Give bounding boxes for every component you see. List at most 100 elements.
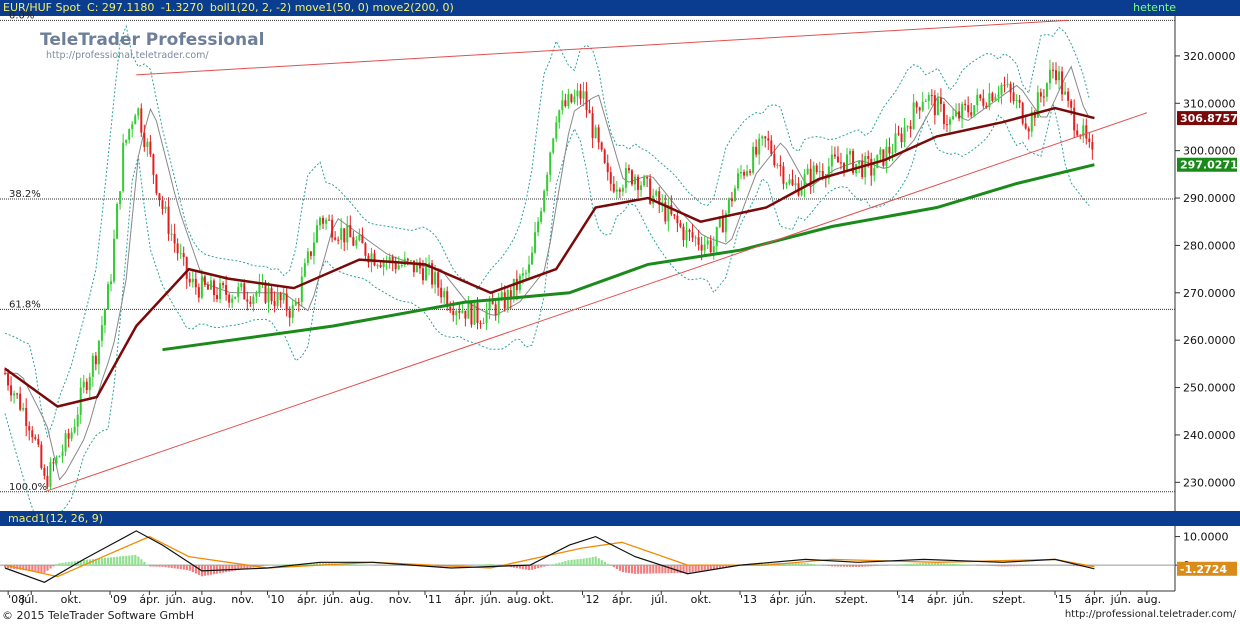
macd-histogram-bar <box>113 557 116 566</box>
candle-body <box>140 108 143 133</box>
candle-body <box>709 240 712 253</box>
candle-body <box>927 95 930 101</box>
candle-body <box>733 188 736 202</box>
macd-histogram-bar <box>567 560 570 566</box>
candle-body <box>400 265 403 267</box>
candle-body <box>964 103 967 106</box>
candle-body <box>467 302 470 319</box>
macd-histogram-bar <box>624 565 628 573</box>
candle-body <box>758 138 761 155</box>
candle-body <box>991 93 994 101</box>
macd-histogram-bar <box>676 565 679 574</box>
candle-body <box>452 310 455 316</box>
macd-histogram-bar <box>1070 565 1073 566</box>
candle-body <box>712 246 715 253</box>
price-tick-label: 310.0000 <box>1183 97 1236 110</box>
macd-histogram-bar <box>688 565 691 573</box>
macd-histogram-bar <box>361 564 364 566</box>
candle-body <box>64 433 67 452</box>
macd-histogram-bar <box>1000 565 1003 567</box>
candle-body <box>161 200 164 209</box>
candle-body <box>618 189 621 192</box>
macd-histogram-bar <box>924 562 927 566</box>
candle-body <box>755 146 758 155</box>
time-tick-label: aug. <box>1137 593 1161 606</box>
macd-histogram-bar <box>994 565 997 567</box>
macd-histogram-bar <box>43 565 46 573</box>
candle-body <box>640 185 643 190</box>
macd-histogram-bar <box>876 565 879 566</box>
candle-body <box>409 260 412 262</box>
macd-histogram-bar <box>649 565 652 574</box>
macd-histogram-bar <box>561 561 564 566</box>
candle-body <box>197 287 200 298</box>
candle-body <box>1067 91 1070 101</box>
candle-body <box>200 276 203 298</box>
candle-body <box>116 204 119 239</box>
macd-histogram-bar <box>70 561 73 566</box>
footer-url[interactable]: http://professional.teletrader.com/ <box>1065 609 1236 620</box>
candle-body <box>534 232 537 253</box>
time-tick-label: ápr. <box>1084 593 1105 606</box>
candle-body <box>849 150 852 155</box>
macd-histogram-bar <box>867 565 870 567</box>
candle-body <box>1015 99 1018 102</box>
macd-histogram-bar <box>1064 565 1067 566</box>
candle-body <box>212 280 215 296</box>
candle-body <box>406 258 409 261</box>
candle-body <box>897 133 900 135</box>
macd-histogram-bar <box>1009 565 1012 567</box>
candle-body <box>440 287 443 298</box>
macd-histogram-bar <box>1021 565 1024 567</box>
macd-histogram-bar <box>939 563 943 566</box>
time-tick-label: okt. <box>533 593 554 606</box>
candle-body <box>349 224 352 238</box>
candle-body <box>643 176 646 186</box>
macd-histogram-bar <box>1051 565 1055 566</box>
time-tick-label: '15 <box>1055 593 1072 606</box>
macd-histogram-bar <box>228 565 231 572</box>
macd-histogram-bar <box>137 556 140 566</box>
macd-histogram-bar <box>391 565 394 566</box>
candle-body <box>373 253 376 266</box>
candle-body <box>228 294 231 303</box>
candle-body <box>512 278 515 300</box>
candle-body <box>131 124 134 130</box>
macd-histogram-bar <box>1036 565 1040 566</box>
macd-histogram-bar <box>122 556 125 566</box>
candle-body <box>573 96 576 103</box>
macd-histogram-bar <box>364 564 367 566</box>
macd-histogram-bar <box>888 565 891 566</box>
candle-body <box>203 276 206 285</box>
candle-body <box>206 284 209 290</box>
candle-body <box>455 310 458 316</box>
macd-histogram-bar <box>858 565 861 568</box>
candle-body <box>679 223 682 227</box>
ma200-tag-label: 297.0271 <box>1180 159 1238 172</box>
candle-body <box>273 301 276 306</box>
macd-histogram-bar <box>149 565 152 567</box>
macd-histogram-bar <box>110 557 113 566</box>
macd-histogram-bar <box>879 565 882 566</box>
candle-body <box>537 221 540 233</box>
macd-histogram-bar <box>482 564 485 566</box>
price-chart[interactable]: 0.0% 38.2% 61.8% 100.0% 230.0000 240.0000 250… <box>0 0 1240 625</box>
macd-histogram-bar <box>55 564 58 566</box>
candle-body <box>122 142 125 192</box>
macd-histogram-bar <box>646 565 649 574</box>
candle-body <box>1051 69 1054 71</box>
macd-histogram-bar <box>873 565 876 567</box>
time-tick-label: ápr. <box>927 593 948 606</box>
macd-header: macd1(12, 26, 9) <box>0 511 1240 526</box>
candle-body <box>434 272 437 285</box>
macd-histogram-bar <box>930 562 934 566</box>
candle-body <box>933 95 936 116</box>
candle-body <box>785 183 788 185</box>
macd-histogram-bar <box>621 565 625 573</box>
macd-histogram-bar <box>643 565 646 574</box>
candle-body <box>630 170 633 185</box>
candle-body <box>297 301 300 303</box>
candle-body <box>818 171 821 173</box>
macd-histogram-bar <box>588 557 591 566</box>
macd-histogram-bar <box>161 565 164 567</box>
